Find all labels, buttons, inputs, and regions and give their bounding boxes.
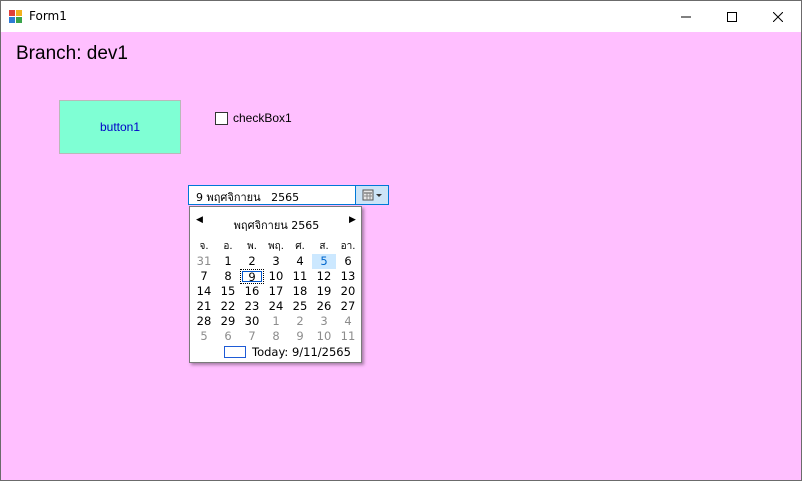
close-button[interactable] [755,1,801,32]
day-of-week-header: พฤ. [268,241,284,252]
calendar-day-cell[interactable]: 10 [312,329,336,344]
month-title[interactable]: พฤศจิกายน 2565 [190,216,363,234]
calendar-day-cell[interactable]: 26 [312,299,336,314]
calendar-day-cell[interactable]: 12 [312,269,336,284]
next-month-arrow-icon[interactable]: ▶ [349,215,356,225]
calendar-day-cell[interactable]: 24 [264,299,288,314]
day-of-week-header: ศ. [295,241,305,252]
calendar-day-cell[interactable]: 20 [336,284,360,299]
calendar-day-cell[interactable]: 30 [240,314,264,329]
calendar-day-cell[interactable]: 1 [216,254,240,269]
calendar-day-cell[interactable]: 3 [312,314,336,329]
calendar-day-cell[interactable]: 15 [216,284,240,299]
calendar-day-cell[interactable]: 21 [192,299,216,314]
calendar-dropdown-icon [362,189,382,201]
branch-label: Branch: dev1 [16,43,128,64]
calendar-day-cell[interactable]: 4 [288,254,312,269]
calendar-day-cell[interactable]: 28 [192,314,216,329]
day-of-week-header: พ. [247,241,257,252]
calendar-day-cell[interactable]: 3 [264,254,288,269]
form1-window: Form1 Branch: dev1 button1 checkBox1 9 พ… [0,0,802,481]
button1[interactable]: button1 [59,100,181,154]
checkbox1[interactable] [215,112,228,125]
date-time-picker[interactable]: 9 พฤศจิกายน 2565 [188,185,389,206]
calendar-day-cell[interactable]: 19 [312,284,336,299]
calendar-day-cell[interactable]: 1 [264,314,288,329]
calendar-day-cell[interactable]: 17 [264,284,288,299]
day-of-week-header: จ. [199,241,209,252]
close-icon [773,11,783,22]
calendar-day-cell[interactable]: 9 [288,329,312,344]
today-link[interactable]: Today: 9/11/2565 [252,345,351,359]
minimize-button[interactable] [663,1,709,32]
month-calendar-popup[interactable]: ◀ พฤศจิกายน 2565 ▶ จ. อ. พ. พฤ. ศ. ส. อา. 31 1 2 3… [189,206,362,363]
day-of-week-header: ส. [319,241,329,252]
calendar-day-cell[interactable]: 29 [216,314,240,329]
calendar-day-cell[interactable]: 4 [336,314,360,329]
calendar-day-cell[interactable]: 8 [216,269,240,284]
calendar-day-cell[interactable]: 10 [264,269,288,284]
today-indicator-box [224,346,246,358]
calendar-day-cell[interactable]: 25 [288,299,312,314]
calendar-day-cell[interactable]: 2 [288,314,312,329]
calendar-day-cell[interactable]: 5 [192,329,216,344]
day-of-week-header: อา. [340,241,356,252]
calendar-day-cell[interactable]: 16 [240,284,264,299]
calendar-day-cell[interactable]: 6 [336,254,360,269]
calendar-day-cell[interactable]: 31 [192,254,216,269]
calendar-day-cell[interactable]: 22 [216,299,240,314]
calendar-day-cell[interactable]: 2 [240,254,264,269]
calendar-day-cell[interactable]: 23 [240,299,264,314]
calendar-day-cell[interactable]: 7 [192,269,216,284]
app-icon [9,10,22,23]
calendar-day-cell[interactable]: 11 [288,269,312,284]
calendar-day-cell[interactable]: 14 [192,284,216,299]
calendar-day-cell[interactable]: 11 [336,329,360,344]
calendar-day-cell[interactable]: 13 [336,269,360,284]
calendar-day-cell[interactable]: 27 [336,299,360,314]
title-bar[interactable]: Form1 [1,1,801,32]
day-of-week-header: อ. [223,241,233,252]
date-value-field[interactable]: 9 พฤศจิกายน 2565 [196,188,299,206]
calendar-day-cell[interactable]: 7 [240,329,264,344]
calendar-day-cell[interactable]: 6 [216,329,240,344]
calendar-day-cell[interactable]: 8 [264,329,288,344]
window-title: Form1 [29,9,67,23]
calendar-dropdown-button[interactable] [355,185,389,205]
minimize-icon [681,16,691,17]
calendar-day-cell[interactable]: 9 [240,269,264,284]
checkbox1-label[interactable]: checkBox1 [233,111,292,125]
calendar-day-cell[interactable]: 18 [288,284,312,299]
calendar-day-cell[interactable]: 5 [312,254,336,269]
maximize-icon [727,11,737,22]
maximize-button[interactable] [709,1,755,32]
